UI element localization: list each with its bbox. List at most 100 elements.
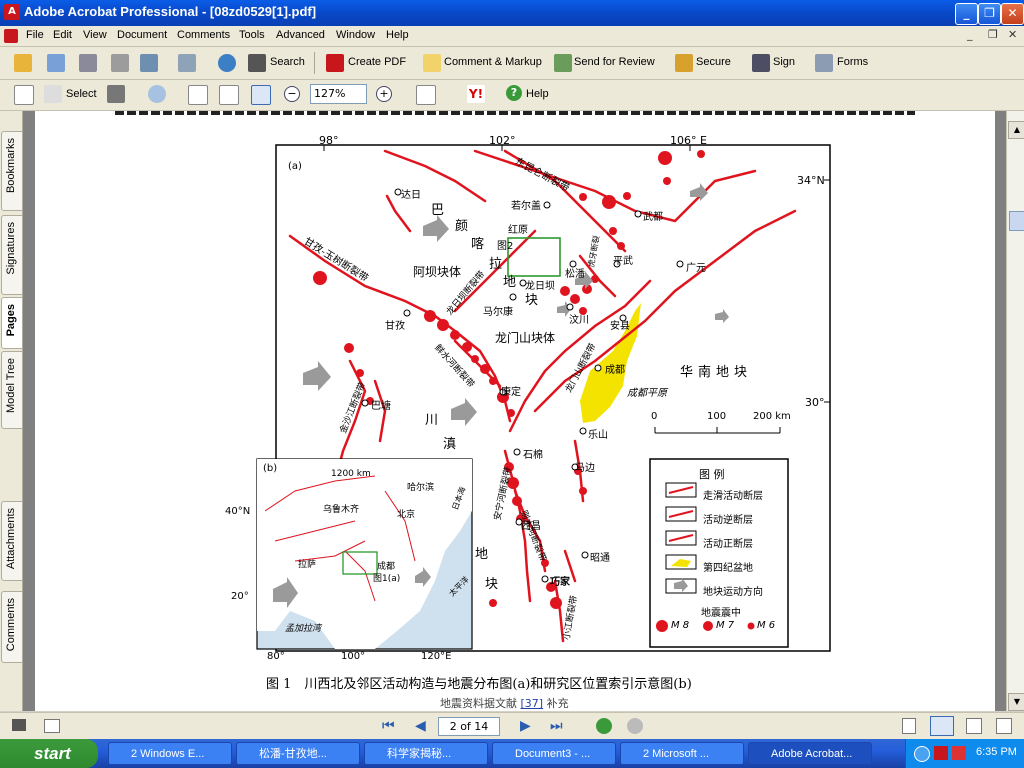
attach-icon[interactable] [178, 54, 196, 72]
select-tool-button[interactable]: Select [66, 88, 97, 100]
search-button[interactable]: Search [270, 56, 305, 68]
tray-k-icon[interactable] [952, 746, 966, 760]
zoom-in-icon[interactable] [148, 85, 166, 103]
tab-comments[interactable]: Comments [1, 591, 23, 663]
menu-view[interactable]: View [83, 29, 107, 41]
sign-button[interactable]: Sign [773, 56, 795, 68]
place-label: 松潘 [565, 269, 585, 280]
earthquake-m6 [623, 192, 631, 200]
lock-icon[interactable] [675, 54, 693, 72]
place-label: 巴塘 [371, 401, 391, 412]
zoom-level-input[interactable]: 127% [310, 84, 367, 104]
tray-arrow-icon[interactable] [914, 746, 930, 762]
yahoo-icon[interactable]: Y! [467, 85, 485, 103]
binoculars-icon[interactable] [248, 54, 266, 72]
menu-file[interactable]: File [26, 29, 44, 41]
close-button[interactable]: ✕ [1001, 3, 1024, 25]
rotate-view-icon[interactable] [416, 85, 436, 105]
region-label: 滇 [443, 437, 457, 452]
region-label: 地 [475, 547, 489, 562]
maximize-button[interactable]: ❐ [978, 3, 1001, 25]
task-windows-explorer[interactable]: 2 Windows E... [108, 742, 232, 765]
document-icon[interactable] [4, 29, 18, 43]
last-page-button[interactable]: ⏭ [550, 717, 563, 734]
send-review-icon[interactable] [554, 54, 572, 72]
scale-label: 200 km [753, 411, 791, 422]
fit-page-icon[interactable] [219, 85, 239, 105]
tab-model-tree[interactable]: Model Tree [1, 351, 23, 429]
scroll-down-button[interactable]: ▼ [1008, 693, 1024, 711]
email-icon[interactable] [140, 54, 158, 72]
organizer-icon[interactable] [47, 54, 65, 72]
menu-tools[interactable]: Tools [239, 29, 265, 41]
place-label: 马边 [575, 463, 595, 474]
title-bar[interactable]: A Adobe Acrobat Professional - [08zd0529… [0, 0, 1024, 26]
create-pdf-button[interactable]: Create PDF [348, 56, 406, 68]
panel-b-label: (b) [263, 463, 278, 474]
vertical-scrollbar[interactable]: ▲ ▼ [1006, 111, 1024, 711]
task-word-science[interactable]: 科学家揭秘... [364, 742, 488, 765]
task-microsoft-office[interactable]: 2 Microsoft ... [620, 742, 744, 765]
page-number-input[interactable]: 2 of 14 [438, 717, 500, 736]
help-icon[interactable]: ? [506, 85, 522, 101]
first-page-button[interactable]: ⏮ [382, 717, 395, 734]
tab-bookmarks[interactable]: Bookmarks [1, 131, 23, 211]
secure-button[interactable]: Secure [696, 56, 731, 68]
page-icon[interactable] [44, 719, 60, 733]
tray-app-icon[interactable] [934, 746, 948, 760]
forms-button[interactable]: Forms [837, 56, 868, 68]
menu-advanced[interactable]: Advanced [276, 29, 325, 41]
menu-edit[interactable]: Edit [53, 29, 72, 41]
print-icon[interactable] [111, 54, 129, 72]
region-label: 川 [425, 413, 439, 428]
scroll-up-button[interactable]: ▲ [1008, 121, 1024, 139]
doc-close-button[interactable]: ✕ [1008, 28, 1017, 41]
task-word-songpan[interactable]: 松潘-甘孜地... [236, 742, 360, 765]
send-review-button[interactable]: Send for Review [574, 56, 655, 68]
reference-link[interactable]: [37] [521, 697, 544, 710]
facing-icon[interactable] [966, 718, 982, 734]
minimize-button[interactable]: _ [955, 3, 978, 25]
pen-icon[interactable] [752, 54, 770, 72]
select-tool-icon[interactable] [44, 85, 62, 103]
menu-window[interactable]: Window [336, 29, 375, 41]
continuous-icon[interactable] [930, 716, 954, 736]
comment-icon[interactable] [423, 54, 441, 72]
save-icon[interactable] [79, 54, 97, 72]
hand-tool-icon[interactable] [14, 85, 34, 105]
scroll-thumb[interactable] [1009, 211, 1024, 231]
tab-signatures[interactable]: Signatures [1, 215, 23, 295]
previous-page-button[interactable]: ◀ [415, 717, 426, 734]
task-adobe-acrobat[interactable]: Adobe Acrobat... [748, 742, 872, 765]
document-view[interactable]: 98° 102° 106° E 34°N 30° (a) 达日 若尔盖 红原 武… [23, 111, 1006, 711]
create-pdf-icon[interactable] [326, 54, 344, 72]
inset-lat-label: 40°N [225, 506, 251, 517]
go-back-icon[interactable] [596, 718, 612, 734]
doc-restore-button[interactable]: ❐ [988, 28, 998, 41]
doc-minimize-button[interactable]: _ [967, 28, 973, 41]
monitor-icon[interactable] [12, 719, 26, 731]
start-button[interactable]: start [0, 739, 98, 768]
forms-icon[interactable] [815, 54, 833, 72]
next-page-button[interactable]: ▶ [520, 717, 531, 734]
help-button[interactable]: Help [526, 88, 549, 100]
task-document3[interactable]: Document3 - ... [492, 742, 616, 765]
globe-icon[interactable] [218, 54, 236, 72]
menu-document[interactable]: Document [117, 29, 167, 41]
region-label: 喀 [471, 237, 485, 252]
snapshot-icon[interactable] [107, 85, 125, 103]
zoom-out-icon[interactable]: − [284, 86, 300, 102]
actual-size-icon[interactable] [188, 85, 208, 105]
comment-markup-button[interactable]: Comment & Markup [444, 56, 542, 68]
legend-eq-size: M 8 [671, 620, 690, 631]
single-page-icon[interactable] [902, 718, 916, 734]
tab-attachments[interactable]: Attachments [1, 501, 23, 581]
continuous-facing-icon[interactable] [996, 718, 1012, 734]
fit-width-icon[interactable] [251, 85, 271, 105]
menu-comments[interactable]: Comments [177, 29, 230, 41]
go-forward-icon[interactable] [627, 718, 643, 734]
tab-pages[interactable]: Pages [1, 297, 23, 349]
zoom-in-button[interactable]: + [376, 86, 392, 102]
menu-help[interactable]: Help [386, 29, 409, 41]
open-icon[interactable] [14, 54, 32, 72]
